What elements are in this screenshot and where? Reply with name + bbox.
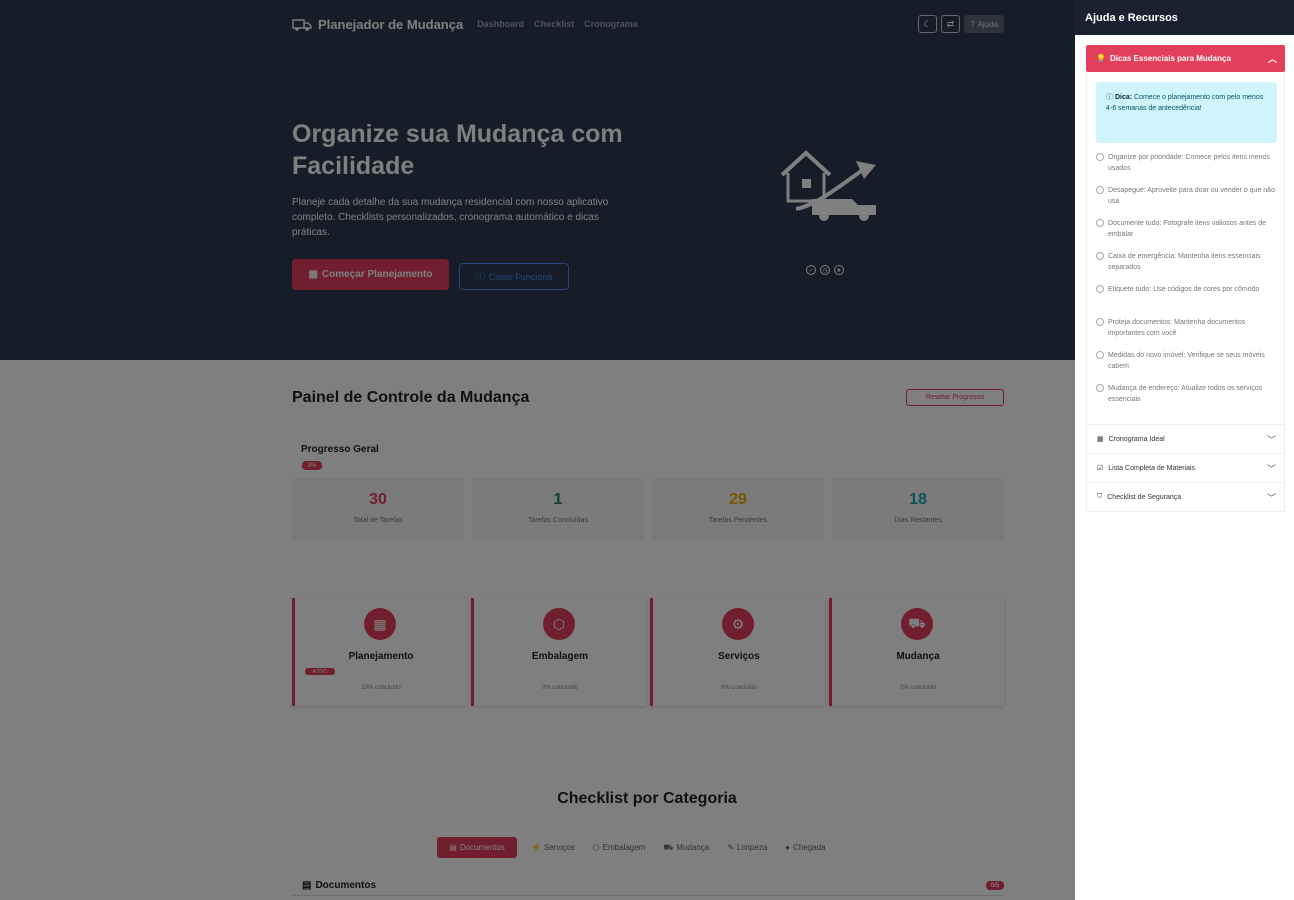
shield-icon: ⛉: [1097, 493, 1103, 500]
chevron-up-icon: ︿: [1267, 54, 1277, 64]
tip-item-text: Proteja documentos: Mantenha documentos …: [1108, 319, 1246, 337]
tip-bold: Dica:: [1114, 94, 1133, 101]
check-circle-icon: [1096, 153, 1104, 161]
accordion-tips-label: Dicas Essenciais para Mudança: [1109, 54, 1231, 63]
accordion-label: Lista Completa de Materiais: [1108, 464, 1196, 472]
tip-item-text: Etiquete tudo: Use códigos de cores por …: [1108, 286, 1260, 293]
check-circle-icon: [1096, 186, 1104, 194]
accordion-label: Checklist de Segurança: [1107, 493, 1182, 501]
list-item: Organize por prioridade: Comece pelos it…: [1096, 152, 1276, 174]
check-circle-icon: [1096, 351, 1104, 359]
list-icon: ☑: [1097, 465, 1104, 472]
list-item: Caixa de emergência: Mantenha itens esse…: [1096, 251, 1276, 273]
list-item: Mudança de endereço: Atualize todos os s…: [1096, 383, 1276, 405]
accordion-materials-header[interactable]: ☑ Lista Completa de Materiais ﹀: [1086, 454, 1285, 483]
tip-item-text: Mudança de endereço: Atualize todos os s…: [1108, 385, 1263, 403]
help-panel: Ajuda e Recursos 💡 Dicas Essenciais para…: [1075, 0, 1294, 900]
lightbulb-icon: 💡: [1096, 54, 1106, 63]
tips-list: Organize por prioridade: Comece pelos it…: [1096, 152, 1276, 416]
list-item: Documente tudo: Fotografe itens valiosos…: [1096, 218, 1276, 240]
list-item: Etiquete tudo: Use códigos de cores por …: [1096, 284, 1276, 306]
tip-alert: ⓘ Dica: Comece o planejamento com pelo m…: [1096, 82, 1277, 143]
list-item: Medidas do novo imóvel: Verifique se seu…: [1096, 350, 1276, 372]
accordion-label: Cronograma Ideal: [1108, 435, 1165, 443]
check-circle-icon: [1096, 318, 1104, 326]
tip-item-text: Organize por prioridade: Comece pelos it…: [1108, 154, 1270, 172]
accordion-safety-header[interactable]: ⛉ Checklist de Segurança ﹀: [1086, 483, 1285, 512]
list-item: Desapegue: Aproveite para doar ou vender…: [1096, 185, 1276, 207]
tip-item-text: Documente tudo: Fotografe itens valiosos…: [1108, 220, 1266, 238]
tip-item-text: Medidas do novo imóvel: Verifique se seu…: [1108, 352, 1265, 370]
info-icon: ⓘ: [1106, 94, 1113, 101]
check-circle-icon: [1096, 384, 1104, 392]
list-item: Proteja documentos: Mantenha documentos …: [1096, 317, 1276, 339]
offcanvas-backdrop[interactable]: [0, 0, 1075, 900]
calendar-icon: ▦: [1097, 436, 1104, 443]
check-circle-icon: [1096, 285, 1104, 293]
tip-item-text: Desapegue: Aproveite para doar ou vender…: [1108, 187, 1275, 205]
tip-item-text: Caixa de emergência: Mantenha itens esse…: [1108, 253, 1261, 271]
chevron-down-icon: ﹀: [1266, 463, 1276, 474]
accordion-schedule-header[interactable]: ▦ Cronograma Ideal ﹀: [1086, 425, 1285, 454]
help-panel-title: Ajuda e Recursos: [1075, 0, 1294, 35]
check-circle-icon: [1096, 252, 1104, 260]
check-circle-icon: [1096, 219, 1104, 227]
chevron-down-icon: ﹀: [1266, 434, 1276, 445]
accordion-tips-header[interactable]: 💡 Dicas Essenciais para Mudança ︿: [1086, 45, 1285, 72]
chevron-down-icon: ﹀: [1266, 492, 1276, 503]
accordion-tips-body: ⓘ Dica: Comece o planejamento com pelo m…: [1086, 72, 1285, 425]
